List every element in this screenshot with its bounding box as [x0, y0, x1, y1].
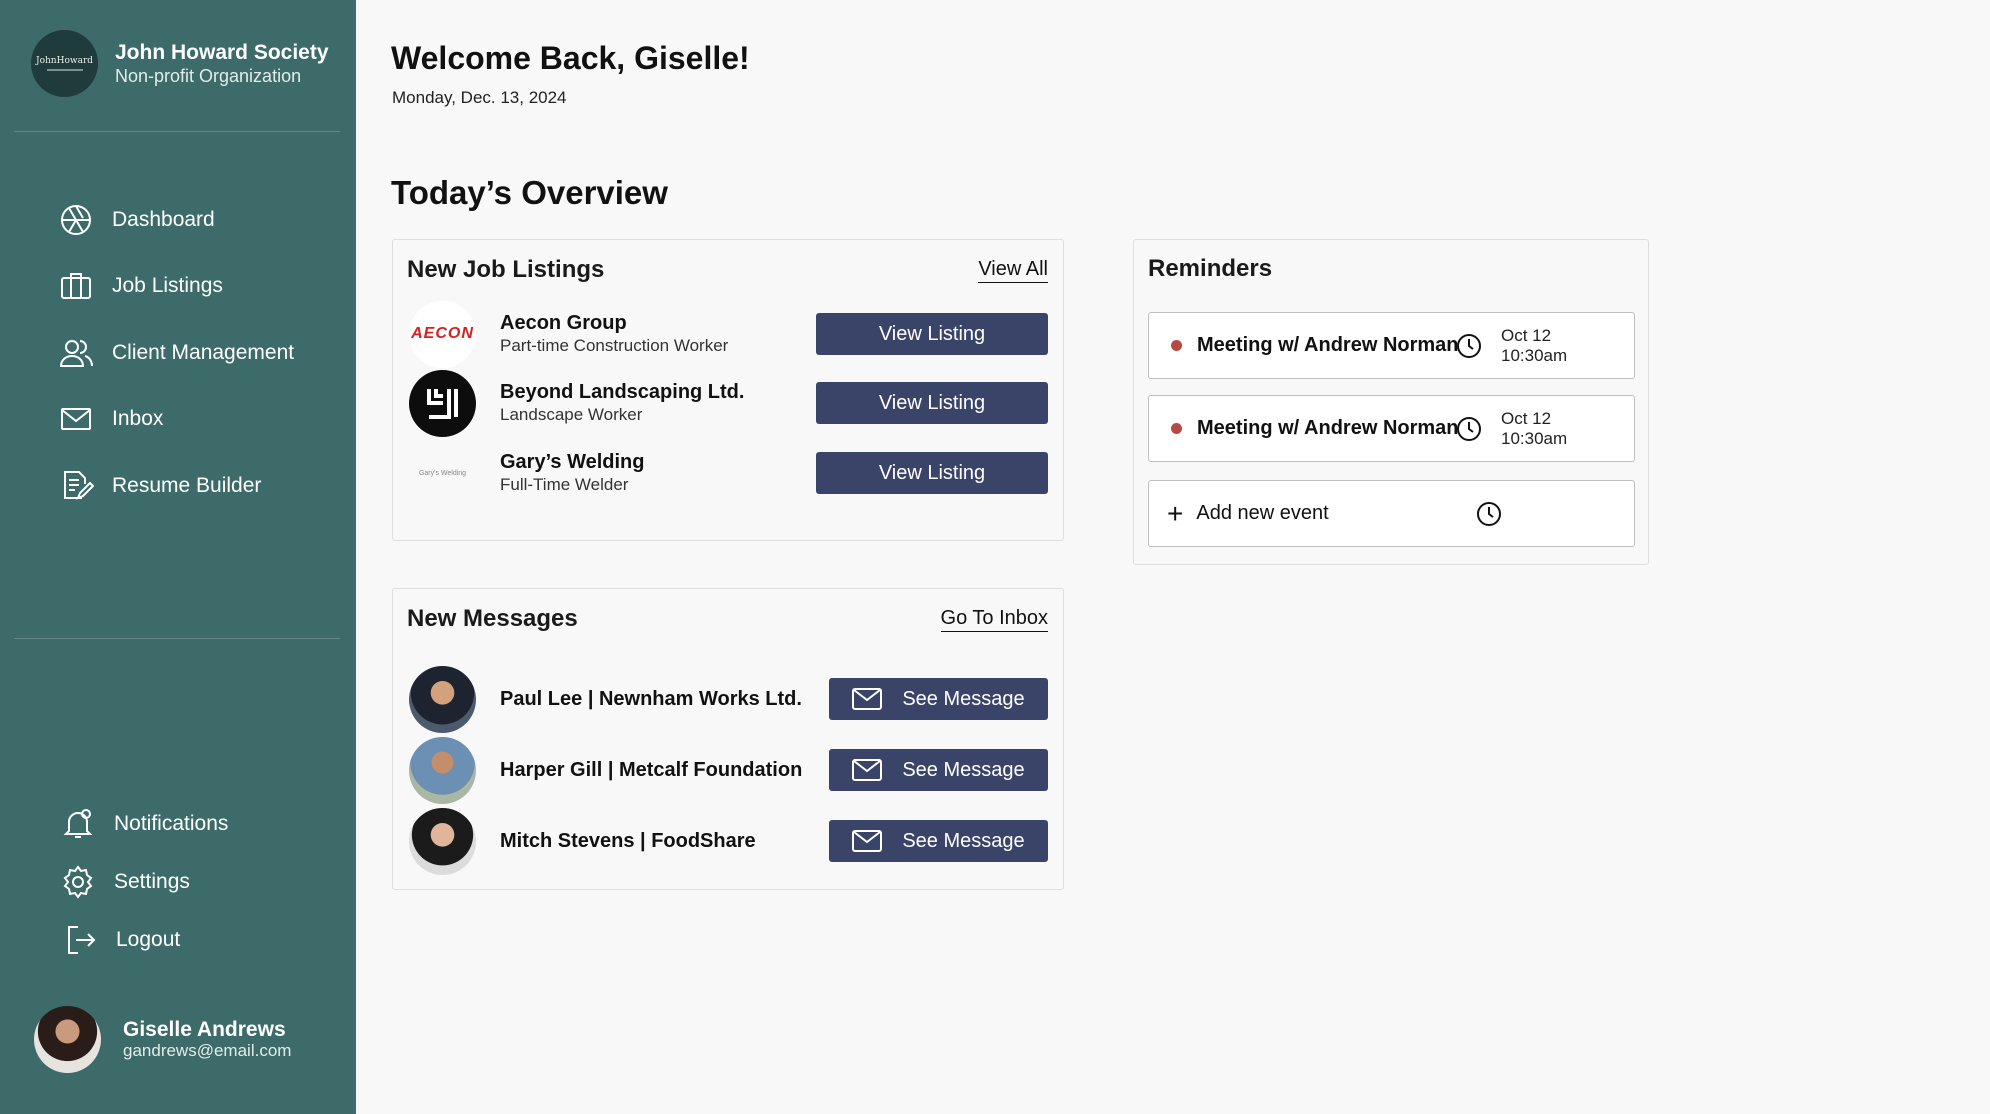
card-title: New Messages: [407, 605, 578, 632]
nav-item-job-listings[interactable]: Job Listings: [58, 268, 223, 304]
avatar: [409, 807, 476, 875]
gear-icon: [63, 865, 93, 899]
see-message-button[interactable]: See Message: [829, 820, 1048, 862]
reminder-date: Oct 12: [1501, 408, 1552, 428]
users-icon: [59, 340, 93, 367]
nav-item-logout[interactable]: Logout: [62, 922, 180, 958]
message-row: Mitch Stevens | FoodShare See Message: [409, 807, 1048, 875]
add-event-label: Add new event: [1196, 502, 1329, 524]
card-title: New Job Listings: [407, 256, 605, 283]
job-listings-card: New Job Listings View All AECON Aecon Gr…: [392, 239, 1064, 541]
clock-icon: [1457, 333, 1481, 358]
avatar: [409, 736, 476, 804]
overview-heading: Today’s Overview: [391, 174, 668, 211]
clock-icon: [1457, 416, 1481, 441]
reminder-title: Meeting w/ Andrew Norman: [1197, 334, 1459, 356]
reminder-title: Meeting w/ Andrew Norman: [1197, 417, 1459, 439]
nav-item-dashboard[interactable]: Dashboard: [58, 202, 215, 238]
org-logo-text: JohnHoward: [35, 56, 94, 66]
reminder-item[interactable]: Meeting w/ Andrew Norman Oct 12 10:30am: [1148, 395, 1635, 462]
nav-label: Inbox: [112, 407, 164, 430]
beyond-logo-icon: [426, 389, 458, 419]
reminder-time: 10:30am: [1501, 428, 1568, 448]
user-profile[interactable]: Giselle Andrews gandrews@email.com: [34, 1006, 291, 1073]
see-message-button[interactable]: See Message: [829, 749, 1048, 791]
job-role: Landscape Worker: [500, 405, 643, 424]
view-all-link[interactable]: View All: [978, 258, 1048, 283]
file-edit-icon: [64, 471, 94, 500]
company-name: Beyond Landscaping Ltd.: [500, 381, 745, 403]
user-name: Giselle Andrews: [123, 1017, 286, 1041]
nav-label: Logout: [116, 928, 181, 951]
status-dot: [1171, 340, 1182, 351]
page-title: Welcome Back, Giselle!: [391, 40, 750, 76]
nav-label: Client Management: [112, 341, 295, 364]
nav-label: Job Listings: [112, 274, 223, 297]
org-subtitle: Non-profit Organization: [115, 65, 302, 86]
avatar: [409, 665, 476, 733]
sidebar-divider: [14, 638, 340, 639]
message-row: Harper Gill | Metcalf Foundation See Mes…: [409, 736, 1048, 804]
message-sender: Mitch Stevens | FoodShare: [500, 830, 756, 852]
nav-item-settings[interactable]: Settings: [60, 864, 190, 900]
job-role: Part-time Construction Worker: [500, 336, 729, 355]
view-listing-button[interactable]: View Listing: [816, 313, 1048, 355]
add-event-button[interactable]: + Add new event: [1148, 480, 1635, 547]
messages-card: New Messages Go To Inbox Paul Lee | Newn…: [392, 588, 1064, 890]
list-item: AECON Aecon Group Part-time Construction…: [409, 300, 1048, 368]
current-date: Monday, Dec. 13, 2024: [392, 88, 567, 107]
mail-icon: [852, 759, 883, 781]
view-listing-button[interactable]: View Listing: [816, 452, 1048, 494]
reminder-item[interactable]: Meeting w/ Andrew Norman Oct 12 10:30am: [1148, 312, 1635, 379]
list-item: Gary's Welding Gary’s Welding Full-Time …: [409, 439, 1048, 507]
nav-label: Resume Builder: [112, 474, 262, 497]
job-role: Full-Time Welder: [500, 475, 629, 494]
company-logo: Gary's Welding: [418, 469, 467, 477]
nav-label: Dashboard: [112, 208, 215, 231]
reminder-time: 10:30am: [1501, 345, 1568, 365]
mail-icon: [852, 688, 883, 710]
sidebar: JohnHoward John Howard Society Non-profi…: [0, 0, 356, 1114]
org-name: John Howard Society: [115, 40, 329, 64]
aperture-icon: [61, 205, 91, 235]
view-listing-button[interactable]: View Listing: [816, 382, 1048, 424]
status-dot: [1171, 423, 1182, 434]
user-email: gandrews@email.com: [123, 1040, 292, 1060]
see-message-button[interactable]: See Message: [829, 678, 1048, 720]
nav-label: Settings: [114, 870, 190, 893]
reminders-card: Reminders Meeting w/ Andrew Norman Oct 1…: [1133, 239, 1649, 565]
reminder-date: Oct 12: [1501, 325, 1552, 345]
logout-icon: [68, 926, 96, 954]
org-header: JohnHoward John Howard Society Non-profi…: [31, 30, 329, 97]
company-name: Gary’s Welding: [500, 451, 645, 473]
bell-icon: [63, 809, 93, 838]
avatar: [34, 1006, 101, 1073]
clock-icon: [1477, 501, 1502, 526]
company-name: Aecon Group: [500, 312, 627, 334]
nav-item-notifications[interactable]: Notifications: [60, 806, 228, 842]
go-to-inbox-link[interactable]: Go To Inbox: [940, 607, 1048, 632]
card-title: Reminders: [1148, 255, 1273, 282]
nav-item-inbox[interactable]: Inbox: [58, 401, 163, 437]
nav-item-client-management[interactable]: Client Management: [58, 335, 294, 371]
plus-icon: +: [1167, 497, 1184, 529]
company-logo: [409, 369, 476, 437]
message-sender: Paul Lee | Newnham Works Ltd.: [500, 688, 802, 710]
nav-item-resume-builder[interactable]: Resume Builder: [58, 468, 261, 504]
mail-icon: [61, 408, 91, 430]
nav-label: Notifications: [114, 812, 229, 835]
org-logo: JohnHoward: [31, 30, 98, 97]
sidebar-divider: [14, 131, 340, 132]
mail-icon: [852, 830, 883, 852]
message-sender: Harper Gill | Metcalf Foundation: [500, 759, 803, 781]
company-logo: AECON: [409, 300, 476, 368]
list-item: Beyond Landscaping Ltd. Landscape Worker…: [409, 369, 1048, 437]
briefcase-icon: [61, 273, 91, 299]
message-row: Paul Lee | Newnham Works Ltd. See Messag…: [409, 665, 1048, 733]
